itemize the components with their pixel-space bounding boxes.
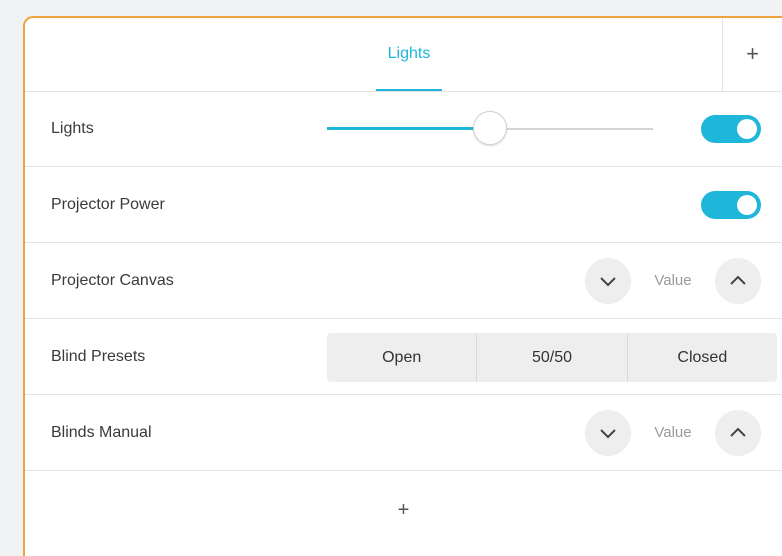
projector-canvas-up-button[interactable] — [715, 258, 761, 304]
slider-thumb[interactable] — [473, 111, 507, 145]
row-label-lights: Lights — [51, 120, 94, 137]
row-lights: Lights — [25, 91, 782, 167]
tab-lights[interactable]: Lights — [369, 18, 449, 91]
blinds-manual-up-button[interactable] — [715, 410, 761, 456]
preset-50-50-button[interactable]: 50/50 — [476, 333, 626, 382]
projector-canvas-down-button[interactable] — [585, 258, 631, 304]
plus-icon: + — [397, 499, 410, 521]
blinds-manual-down-button[interactable] — [585, 410, 631, 456]
projector-power-toggle[interactable] — [701, 191, 761, 219]
preset-closed-button[interactable]: Closed — [626, 333, 777, 382]
slider-fill — [327, 127, 490, 130]
row-label-projector-power: Projector Power — [51, 196, 165, 213]
tab-label: Lights — [387, 45, 431, 62]
row-label-blind-presets: Blind Presets — [51, 348, 146, 365]
projector-canvas-value: Value — [654, 272, 692, 289]
blind-presets-group: Open 50/50 Closed — [327, 333, 777, 382]
panel-editor: Lights + Lights Projector Power Projecto… — [23, 16, 782, 556]
chevron-down-icon — [600, 277, 616, 287]
preset-open-button[interactable]: Open — [327, 333, 476, 382]
row-label-projector-canvas: Projector Canvas — [51, 272, 174, 289]
lights-toggle[interactable] — [701, 115, 761, 143]
row-blinds-manual: Blinds Manual Value — [25, 395, 782, 471]
projector-canvas-spinner: Value — [585, 258, 761, 304]
add-tab-button[interactable]: + — [722, 18, 782, 91]
tab-bar: Lights + — [25, 18, 782, 92]
chevron-up-icon — [730, 427, 746, 437]
toggle-knob — [737, 195, 757, 215]
lights-slider[interactable] — [327, 111, 653, 147]
row-blind-presets: Blind Presets Open 50/50 Closed — [25, 319, 782, 395]
row-projector-canvas: Projector Canvas Value — [25, 243, 782, 319]
row-label-blinds-manual: Blinds Manual — [51, 424, 152, 441]
chevron-up-icon — [730, 275, 746, 285]
row-projector-power: Projector Power — [25, 167, 782, 243]
blinds-manual-spinner: Value — [585, 410, 761, 456]
add-row-button[interactable]: + — [25, 473, 782, 543]
blinds-manual-value: Value — [654, 424, 692, 441]
toggle-knob — [737, 119, 757, 139]
chevron-down-icon — [600, 429, 616, 439]
plus-icon: + — [746, 41, 759, 66]
